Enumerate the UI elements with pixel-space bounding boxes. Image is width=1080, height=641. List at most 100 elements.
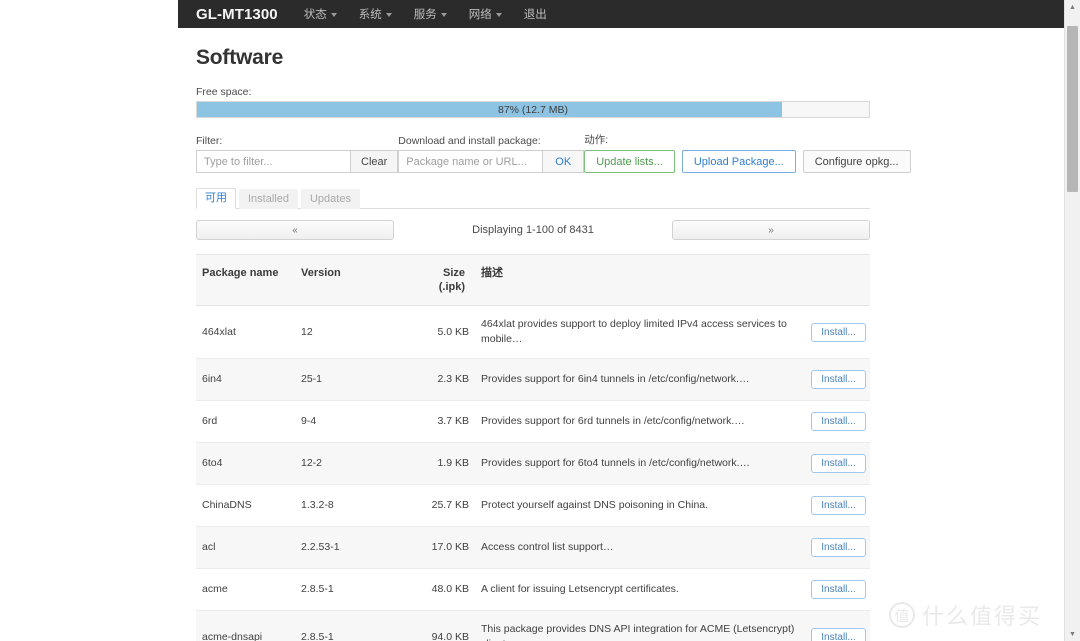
install-button[interactable]: Install... (811, 496, 866, 515)
cell-description: 464xlat provides support to deploy limit… (475, 305, 805, 359)
cell-version: 2.2.53-1 (295, 526, 417, 569)
cell-action: Install... (805, 568, 870, 611)
nav-item-services[interactable]: 服务 (414, 6, 447, 22)
nav-item-network-label: 网络 (468, 9, 492, 21)
cell-size: 3.7 KB (417, 400, 475, 443)
nav-item-system[interactable]: 系统 (359, 6, 392, 22)
scroll-down-arrow-icon[interactable]: ▼ (1065, 627, 1080, 641)
scrollbar-thumb[interactable] (1067, 26, 1078, 192)
table-row: ChinaDNS 1.3.2-8 25.7 KB Protect yourself a… (196, 484, 870, 527)
install-button[interactable]: Install... (811, 580, 866, 599)
cell-action: Install... (805, 305, 870, 359)
cell-package-name: ChinaDNS (196, 484, 295, 527)
cell-description: A client for issuing Letsencrypt certifi… (475, 568, 805, 611)
tab-updates[interactable]: Updates (300, 189, 360, 209)
col-size-line1: Size (442, 267, 465, 279)
actions-group: 动作: Update lists... Upload Package... Co… (584, 132, 917, 173)
table-row: 6rd 9-4 3.7 KB Provides support for 6rd tun… (196, 400, 870, 443)
cell-size: 1.9 KB (417, 442, 475, 485)
watermark-text: 什么值得买 (921, 604, 1042, 629)
cell-action: Install... (805, 442, 870, 485)
package-tabs: 可用 Installed Updates (196, 188, 870, 209)
clear-filter-button[interactable]: Clear (351, 150, 399, 173)
cell-size: 94.0 KB (417, 610, 475, 641)
previous-page-button[interactable]: « (196, 220, 394, 240)
tab-installed[interactable]: Installed (239, 189, 298, 209)
cell-package-name: 464xlat (196, 305, 295, 359)
chevron-down-icon (495, 13, 502, 17)
col-version[interactable]: Version (295, 254, 417, 306)
package-table: Package name Version Size (.ipk) 描述 464x… (196, 254, 870, 641)
cell-version: 2.8.5-1 (295, 568, 417, 611)
col-size[interactable]: Size (.ipk) (417, 254, 475, 306)
upload-package-button[interactable]: Upload Package... (681, 150, 796, 173)
navbar-menu: 状态 系统 服务 网络 退出 (304, 6, 547, 22)
free-space-label: Free space: (196, 86, 252, 98)
filter-input[interactable] (196, 150, 351, 173)
cell-version: 9-4 (295, 400, 417, 443)
cell-action: Install... (805, 526, 870, 569)
pagination-info: Displaying 1-100 of 8431 (472, 224, 594, 236)
cell-action: Install... (805, 484, 870, 527)
col-package-name[interactable]: Package name (196, 254, 295, 306)
table-row: 6in4 25-1 2.3 KB Provides support for 6in4 … (196, 358, 870, 401)
col-action (805, 254, 870, 306)
actions-label: 动作: (584, 134, 609, 146)
cell-version: 2.8.5-1 (295, 610, 417, 641)
install-button[interactable]: Install... (811, 627, 866, 641)
download-label: Download and install package: (398, 135, 541, 147)
brand-title[interactable]: GL-MT1300 (196, 6, 278, 23)
install-button[interactable]: Install... (811, 454, 866, 473)
nav-item-status-label: 状态 (303, 9, 327, 21)
watermark: 值 什么值得买 (888, 599, 1042, 631)
nav-item-network[interactable]: 网络 (469, 6, 502, 22)
cell-description: Access control list support… (475, 526, 805, 569)
cell-package-name: acme-dnsapi (196, 610, 295, 641)
install-button[interactable]: Install... (811, 370, 866, 389)
download-ok-button[interactable]: OK (543, 150, 585, 173)
cell-package-name: 6rd (196, 400, 295, 443)
cell-action: Install... (805, 400, 870, 443)
nav-item-status[interactable]: 状态 (304, 6, 337, 22)
cell-description: Protect yourself against DNS poisoning i… (475, 484, 805, 527)
next-page-button[interactable]: » (672, 220, 870, 240)
cell-package-name: acme (196, 568, 295, 611)
cell-version: 1.3.2-8 (295, 484, 417, 527)
cell-version: 12-2 (295, 442, 417, 485)
table-row: 6to4 12-2 1.9 KB Provides support for 6to4 … (196, 442, 870, 485)
update-lists-button[interactable]: Update lists... (584, 150, 675, 173)
configure-opkg-button[interactable]: Configure opkg... (802, 150, 911, 173)
install-button[interactable]: Install... (811, 538, 866, 557)
cell-description: Provides support for 6rd tunnels in /etc… (475, 400, 805, 443)
cell-version: 12 (295, 305, 417, 359)
col-description[interactable]: 描述 (475, 254, 805, 306)
nav-item-logout[interactable]: 退出 (524, 6, 547, 22)
download-package-input[interactable] (398, 150, 544, 173)
free-space-progress-text: 87% (12.7 MB) (497, 103, 569, 116)
cell-version: 25-1 (295, 358, 417, 401)
chevron-down-icon (440, 13, 447, 17)
table-row: acme 2.8.5-1 48.0 KB A client for issuing L… (196, 568, 870, 611)
cell-size: 5.0 KB (417, 305, 475, 359)
nav-item-logout-label: 退出 (523, 9, 547, 21)
main-content: Software Free space: 87% (12.7 MB) Filte… (196, 28, 911, 641)
free-space-progressbar: 87% (12.7 MB) (196, 101, 870, 118)
table-row: acl 2.2.53-1 17.0 KB Access control list su… (196, 526, 870, 569)
install-button[interactable]: Install... (811, 412, 866, 431)
scroll-up-arrow-icon[interactable]: ▲ (1065, 0, 1080, 14)
filter-group: Filter: Clear (196, 135, 399, 173)
nav-item-system-label: 系统 (358, 9, 382, 21)
cell-size: 17.0 KB (417, 526, 475, 569)
tab-available[interactable]: 可用 (196, 188, 236, 209)
col-size-line2: (.ipk) (438, 281, 465, 293)
chevron-down-icon (330, 13, 337, 17)
vertical-scrollbar[interactable]: ▲ ▼ (1064, 0, 1080, 641)
filter-label: Filter: (196, 135, 223, 147)
package-table-head: Package name Version Size (.ipk) 描述 (196, 254, 870, 306)
download-group: Download and install package: OK (398, 135, 585, 173)
install-button[interactable]: Install... (811, 322, 866, 342)
top-navbar: GL-MT1300 状态 系统 服务 网络 退出 (178, 0, 1080, 28)
cell-package-name: acl (196, 526, 295, 569)
cell-package-name: 6to4 (196, 442, 295, 485)
cell-description: Provides support for 6to4 tunnels in /et… (475, 442, 805, 485)
